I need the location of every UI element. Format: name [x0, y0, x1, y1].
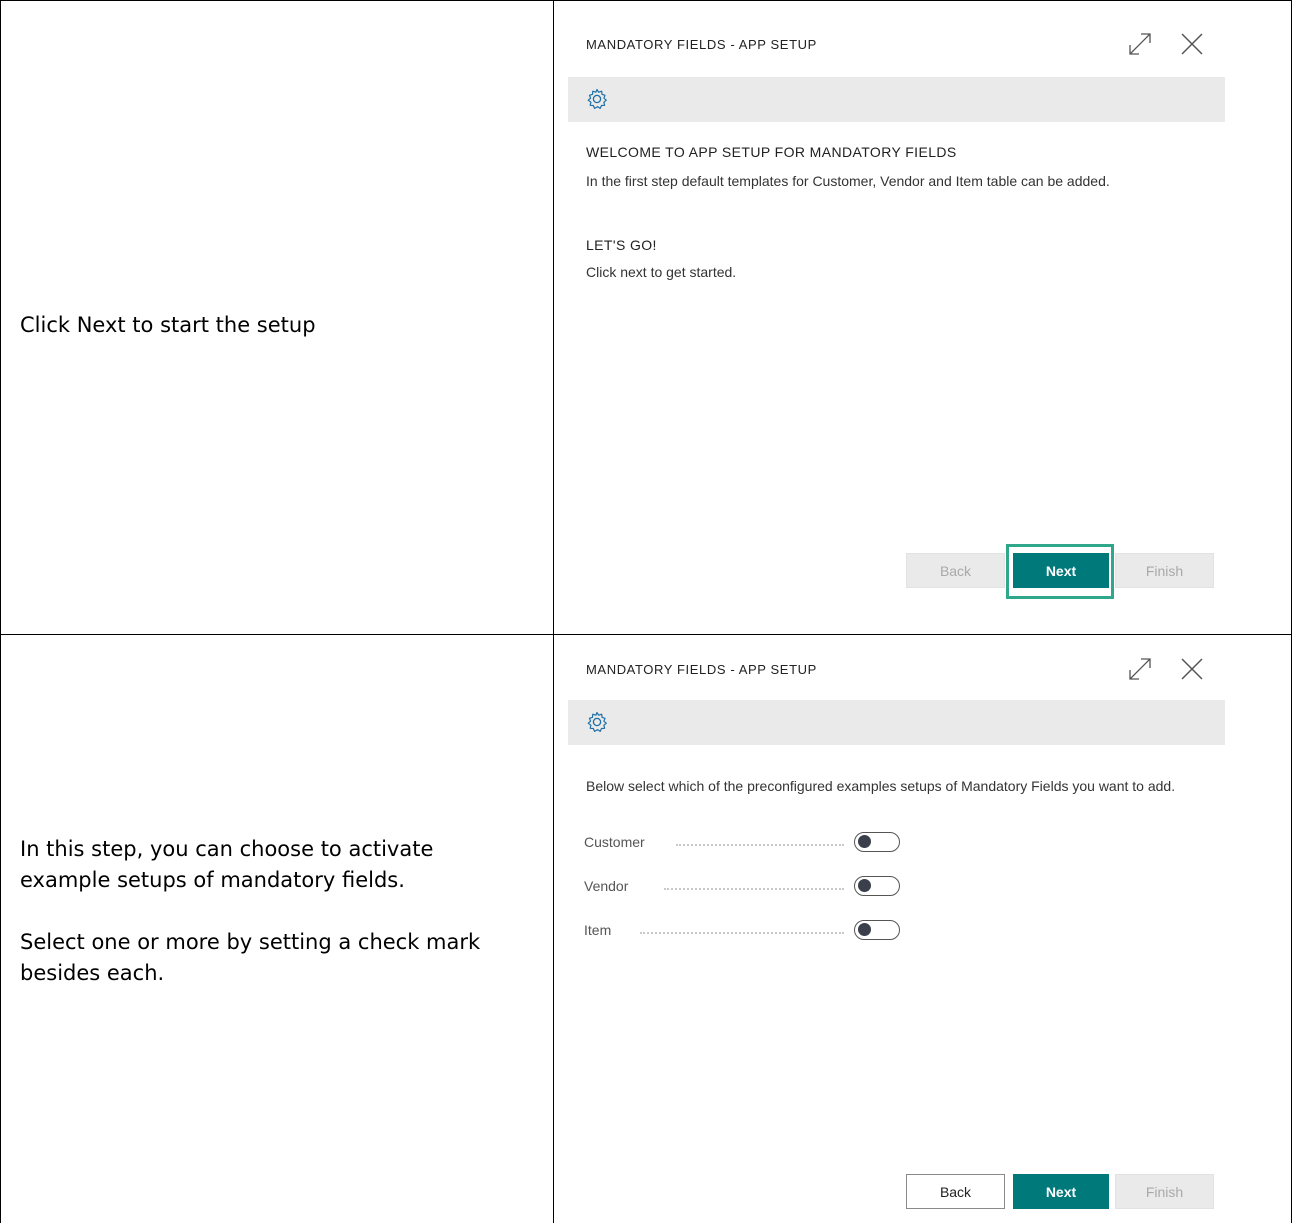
close-icon[interactable]	[1178, 655, 1206, 683]
panel-title: MANDATORY FIELDS - APP SETUP	[586, 662, 817, 677]
instruction-text-2: Select one or more by setting a check ma…	[20, 930, 481, 985]
expand-icon[interactable]	[1126, 655, 1154, 683]
gear-icon	[587, 88, 607, 109]
field-label-vendor: Vendor	[584, 878, 629, 894]
setup-panel-step1: MANDATORY FIELDS - APP SETUP WELCOME TO …	[568, 0, 1225, 634]
gear-icon	[587, 711, 607, 732]
instruction-text-1: In this step, you can choose to activate…	[20, 837, 434, 892]
field-row-customer: Customer	[584, 832, 924, 854]
toggle-knob	[858, 879, 871, 892]
expand-icon[interactable]	[1126, 30, 1154, 58]
gear-banner	[568, 700, 1225, 745]
instruction-text: Click Next to start the setup	[20, 313, 316, 337]
finish-button[interactable]: Finish	[1115, 553, 1214, 588]
gear-banner	[568, 77, 1225, 122]
row1-instruction: Click Next to start the setup	[20, 310, 530, 341]
row2-instruction: In this step, you can choose to activate…	[20, 834, 530, 989]
welcome-heading: WELCOME TO APP SETUP FOR MANDATORY FIELD…	[586, 144, 957, 160]
toggle-knob	[858, 835, 871, 848]
customer-toggle[interactable]	[854, 832, 900, 852]
field-row-item: Item	[584, 920, 924, 942]
leader-dots	[640, 932, 844, 934]
vendor-toggle[interactable]	[854, 876, 900, 896]
item-toggle[interactable]	[854, 920, 900, 940]
leader-dots	[664, 888, 844, 890]
next-button[interactable]: Next	[1013, 553, 1109, 588]
go-text: Click next to get started.	[586, 264, 737, 280]
table-border-left	[0, 0, 1, 1223]
intro-text: Below select which of the preconfigured …	[586, 778, 1176, 794]
back-button[interactable]: Back	[906, 1174, 1005, 1209]
finish-button[interactable]: Finish	[1115, 1174, 1214, 1209]
field-label-item: Item	[584, 922, 612, 938]
toggle-knob	[858, 923, 871, 936]
setup-panel-step2: MANDATORY FIELDS - APP SETUP Below selec…	[568, 635, 1225, 1223]
back-button[interactable]: Back	[906, 553, 1005, 588]
leader-dots	[676, 844, 844, 846]
field-row-vendor: Vendor	[584, 876, 924, 898]
close-icon[interactable]	[1178, 30, 1206, 58]
next-button[interactable]: Next	[1013, 1174, 1109, 1209]
field-label-customer: Customer	[584, 834, 645, 850]
table-border-middle	[553, 0, 554, 1223]
panel-title: MANDATORY FIELDS - APP SETUP	[586, 37, 817, 52]
go-heading: LET'S GO!	[586, 237, 657, 253]
welcome-text: In the first step default templates for …	[586, 173, 1110, 189]
